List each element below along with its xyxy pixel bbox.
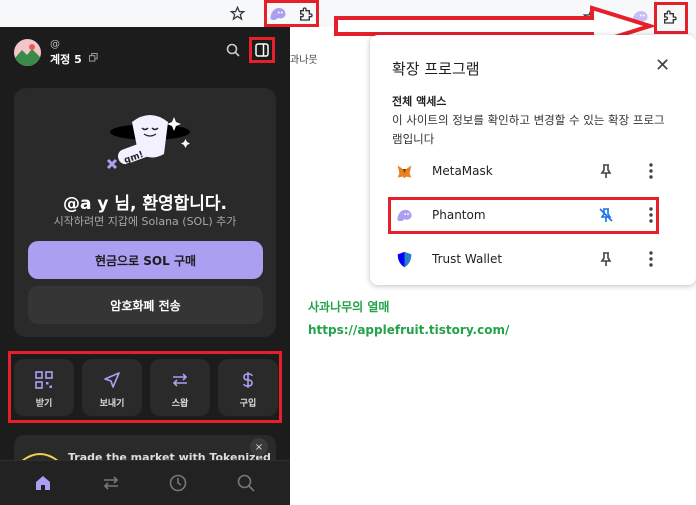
- bottom-nav: [0, 460, 290, 505]
- swap-icon[interactable]: [101, 473, 121, 493]
- swap-icon: [172, 373, 188, 387]
- qr-code-icon: [35, 371, 53, 389]
- send-icon: [104, 372, 120, 388]
- welcome-subtitle: 시작하려면 지갑에 Solana (SOL) 추가: [53, 215, 237, 228]
- extension-name: Trust Wallet: [432, 252, 503, 266]
- buy-sol-button[interactable]: 현금으로 SOL 구매: [28, 241, 263, 279]
- extension-row-trust-wallet[interactable]: Trust Wallet: [370, 244, 696, 276]
- history-icon[interactable]: [168, 473, 188, 493]
- extensions-title: 확장 프로그램: [392, 60, 480, 78]
- send-label: 보내기: [99, 399, 125, 409]
- quick-actions: 받기 보내기 스왑 구입: [8, 351, 282, 423]
- ghost-mascot-illustration: [106, 115, 190, 170]
- extension-name: MetaMask: [432, 164, 493, 178]
- account-at: @: [50, 39, 60, 50]
- swap-label: 스왑: [171, 399, 189, 409]
- more-vertical-icon[interactable]: [643, 250, 659, 268]
- blog-url[interactable]: https://applefruit.tistory.com/: [308, 323, 509, 337]
- star-icon[interactable]: [229, 5, 245, 21]
- close-icon[interactable]: ✕: [655, 55, 670, 76]
- trust-wallet-logo-icon: [397, 251, 412, 268]
- send-button[interactable]: 보내기: [82, 359, 142, 416]
- phantom-wallet-panel: @ 계정 5 gm! @a y 님, 환영합니다. 시작하려면 지갑에 Sola…: [0, 27, 290, 505]
- receive-label: 받기: [35, 399, 53, 409]
- pin-icon[interactable]: [598, 163, 614, 179]
- blog-title: 사과나무의 열매: [308, 300, 390, 314]
- dollar-icon: [243, 372, 253, 388]
- home-icon[interactable]: [33, 473, 53, 493]
- buy-label: 구입: [239, 399, 257, 409]
- metamask-logo-icon: [397, 165, 412, 179]
- full-access-heading: 전체 액세스: [392, 95, 447, 108]
- sidebar-toggle-highlight: [249, 37, 275, 63]
- full-access-description: 이 사이트의 정보를 확인하고 변경할 수 있는 확장 프로그램입니다: [392, 113, 665, 146]
- copy-icon[interactable]: [89, 53, 98, 62]
- extension-row-metamask[interactable]: MetaMask: [370, 156, 696, 188]
- search-icon[interactable]: [226, 43, 240, 57]
- background-page-text: 과나뭇: [290, 55, 318, 66]
- search-icon[interactable]: [236, 473, 256, 493]
- swap-button[interactable]: 스왑: [150, 359, 210, 416]
- account-name[interactable]: 계정 5: [50, 51, 82, 67]
- pin-icon[interactable]: [598, 251, 614, 267]
- phantom-row-highlight: [388, 197, 659, 234]
- account-avatar[interactable]: [14, 39, 41, 66]
- welcome-title: @a y 님, 환영합니다.: [62, 194, 228, 214]
- more-vertical-icon[interactable]: [643, 162, 659, 180]
- phantom-toolbar-highlight: [264, 0, 319, 27]
- receive-button[interactable]: 받기: [14, 359, 74, 416]
- buy-button[interactable]: 구입: [218, 359, 278, 416]
- welcome-card: gm! @a y 님, 환영합니다. 시작하려면 지갑에 Solana (SOL…: [14, 88, 276, 337]
- extensions-popup: 확장 프로그램 ✕ 전체 액세스 이 사이트의 정보를 확인하고 변경할 수 있…: [370, 35, 696, 285]
- phantom-header: @ 계정 5: [0, 27, 290, 75]
- send-crypto-button[interactable]: 암호화폐 전송: [28, 286, 263, 324]
- promo-close-button[interactable]: ×: [250, 438, 268, 456]
